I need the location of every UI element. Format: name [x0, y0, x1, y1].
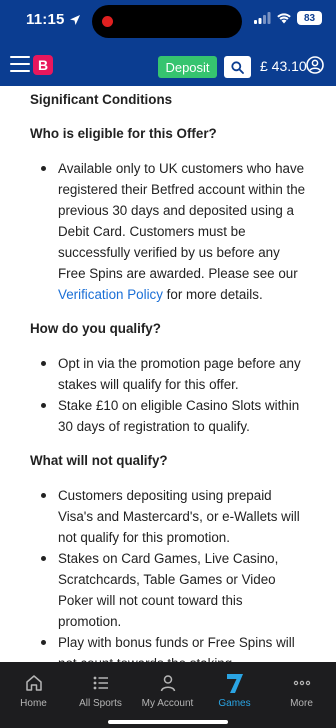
significant-conditions-heading: Significant Conditions	[30, 92, 173, 107]
app-header: 11:15 83 B Deposit £ 43.10	[0, 0, 336, 86]
status-icons: 83	[254, 11, 322, 25]
list-item: Stake £10 on eligible Casino Slots withi…	[30, 395, 308, 437]
home-icon	[25, 675, 42, 691]
deposit-button[interactable]: Deposit	[158, 56, 217, 78]
status-time: 11:15	[26, 11, 81, 28]
bottom-navigation: Home All Sports My Account Games More	[0, 662, 336, 728]
list-item: Opt in via the promotion page before any…	[30, 353, 308, 395]
nav-my-account[interactable]: My Account	[134, 671, 201, 709]
location-arrow-icon	[69, 14, 80, 25]
list-item: Stakes on Card Games, Live Casino, Scrat…	[30, 548, 308, 632]
nav-all-sports[interactable]: All Sports	[67, 671, 134, 709]
home-indicator[interactable]	[108, 720, 228, 724]
cellular-signal-icon	[254, 12, 271, 24]
list-icon	[93, 676, 108, 690]
search-button[interactable]	[224, 56, 251, 78]
recording-dot-icon	[102, 16, 113, 27]
search-icon	[231, 60, 244, 74]
dynamic-island	[92, 5, 242, 38]
terms-content[interactable]: Significant Conditions Who is eligible f…	[0, 86, 336, 662]
battery-indicator: 83	[297, 11, 322, 25]
list-item: Play with bonus funds or Free Spins will…	[30, 632, 308, 662]
more-dots-icon	[293, 680, 310, 686]
person-icon	[160, 675, 175, 692]
eligible-heading: Who is eligible for this Offer?	[30, 126, 217, 141]
betfred-logo[interactable]: B	[33, 55, 53, 75]
verification-policy-link[interactable]: Verification Policy	[58, 287, 163, 302]
menu-icon[interactable]	[10, 56, 30, 74]
not-qualify-heading: What will not qualify?	[30, 453, 168, 468]
list-item: Available only to UK customers who have …	[30, 158, 308, 305]
games-7-icon	[226, 674, 243, 693]
qualify-list: Opt in via the promotion page before any…	[30, 353, 308, 437]
eligible-list: Available only to UK customers who have …	[30, 158, 308, 305]
nav-home[interactable]: Home	[0, 671, 67, 709]
nav-games[interactable]: Games	[201, 671, 268, 709]
qualify-heading: How do you qualify?	[30, 321, 161, 336]
account-circle-icon[interactable]	[306, 56, 324, 74]
app-bar: B Deposit £ 43.10	[0, 48, 336, 86]
account-balance[interactable]: £ 43.10	[260, 58, 307, 74]
nav-more[interactable]: More	[268, 671, 335, 709]
not-qualify-list: Customers depositing using prepaid Visa'…	[30, 485, 308, 662]
wifi-icon	[277, 13, 291, 24]
list-item: Customers depositing using prepaid Visa'…	[30, 485, 308, 548]
